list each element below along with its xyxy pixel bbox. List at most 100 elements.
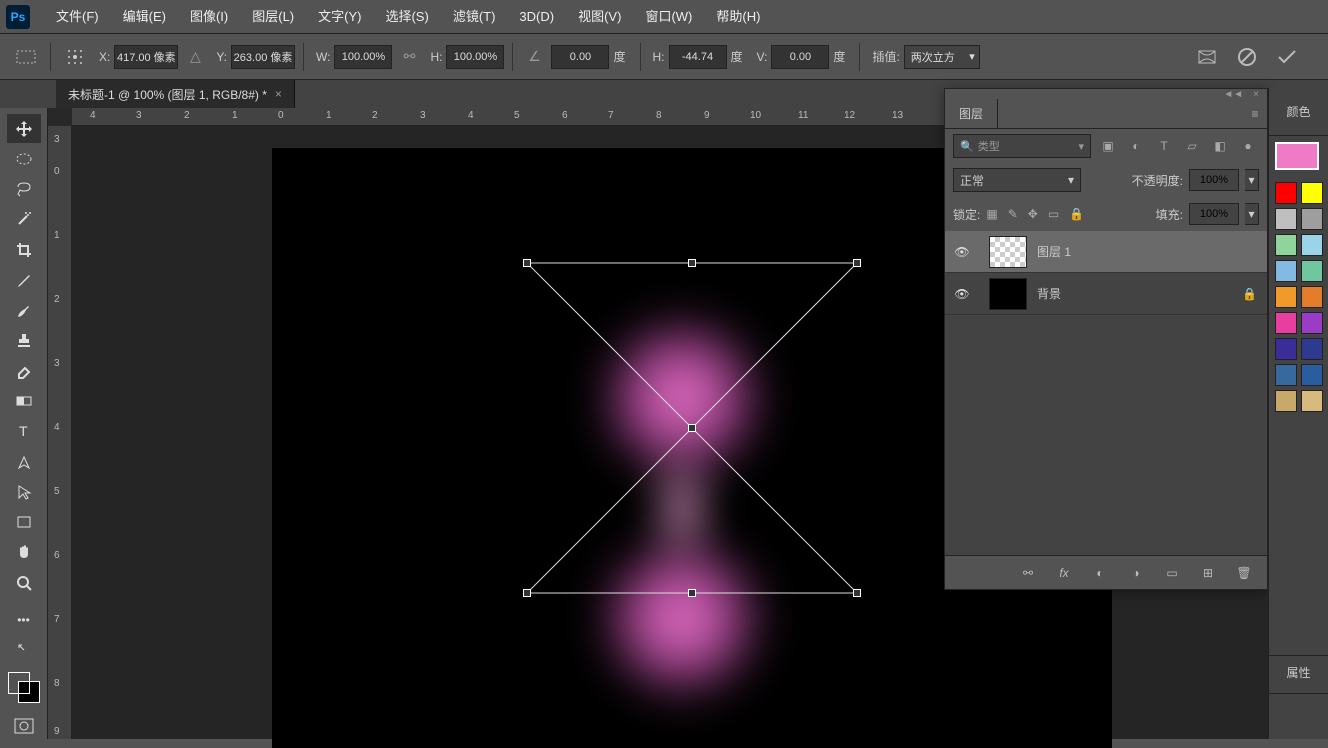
- zoom-tool[interactable]: [7, 568, 41, 597]
- angle-input[interactable]: [551, 45, 609, 69]
- quick-mask-icon[interactable]: [7, 714, 41, 739]
- swap-colors-icon[interactable]: [7, 635, 41, 664]
- gradient-tool[interactable]: [7, 386, 41, 415]
- filter-toggle-icon[interactable]: ●: [1237, 135, 1259, 157]
- lasso-tool[interactable]: [7, 175, 41, 204]
- layer-row[interactable]: 👁 图层 1: [945, 231, 1267, 273]
- panel-close-icon[interactable]: ×: [1253, 89, 1259, 99]
- close-tab-icon[interactable]: ×: [275, 87, 282, 101]
- swatch[interactable]: [1301, 390, 1323, 412]
- fill-input[interactable]: [1189, 203, 1239, 225]
- eyedropper-tool[interactable]: [7, 265, 41, 294]
- lock-position-icon[interactable]: ✥: [1028, 207, 1038, 221]
- layer-filter-dropdown[interactable]: 🔍 类型 ▾: [953, 134, 1091, 158]
- link-layers-icon[interactable]: ⚯: [1019, 566, 1037, 580]
- transform-handle-tm[interactable]: [688, 259, 696, 267]
- swatch[interactable]: [1301, 234, 1323, 256]
- panel-menu-icon[interactable]: ≡: [1243, 99, 1267, 128]
- cancel-transform-icon[interactable]: [1236, 46, 1258, 68]
- path-select-tool[interactable]: [7, 477, 41, 506]
- swap-xy-icon[interactable]: △: [182, 48, 208, 65]
- layer-name[interactable]: 图层 1: [1037, 243, 1257, 260]
- marquee-tool[interactable]: [7, 144, 41, 173]
- menu-file[interactable]: 文件(F): [44, 0, 111, 34]
- menu-type[interactable]: 文字(Y): [306, 0, 373, 34]
- type-tool[interactable]: T: [7, 417, 41, 446]
- delete-layer-icon[interactable]: 🗑: [1235, 566, 1253, 580]
- magic-wand-tool[interactable]: [7, 205, 41, 234]
- warp-mode-icon[interactable]: [1196, 46, 1218, 68]
- opacity-slider-icon[interactable]: ▾: [1245, 169, 1259, 191]
- shape-tool[interactable]: [7, 507, 41, 536]
- filter-image-icon[interactable]: ▣: [1097, 135, 1119, 157]
- current-color-swatch[interactable]: [1275, 142, 1319, 170]
- crop-tool[interactable]: [7, 235, 41, 264]
- y-input[interactable]: [231, 45, 295, 69]
- menu-view[interactable]: 视图(V): [566, 0, 633, 34]
- lock-all-icon[interactable]: 🔒: [1069, 207, 1084, 221]
- stamp-tool[interactable]: [7, 326, 41, 355]
- swatch[interactable]: [1301, 286, 1323, 308]
- pen-tool[interactable]: [7, 447, 41, 476]
- layer-visibility-toggle[interactable]: 👁: [945, 287, 979, 301]
- menu-layer[interactable]: 图层(L): [240, 0, 306, 34]
- swatch[interactable]: [1301, 364, 1323, 386]
- layer-lock-icon[interactable]: 🔒: [1242, 287, 1257, 301]
- hskew-input[interactable]: [669, 45, 727, 69]
- add-mask-icon[interactable]: ◐: [1091, 566, 1109, 580]
- swatch[interactable]: [1275, 390, 1297, 412]
- transform-handle-bl[interactable]: [523, 589, 531, 597]
- swatch[interactable]: [1301, 260, 1323, 282]
- interpolation-dropdown[interactable]: 两次立方 ▾: [904, 45, 980, 69]
- filter-shape-icon[interactable]: ▱: [1181, 135, 1203, 157]
- w-input[interactable]: [334, 45, 392, 69]
- filter-smart-icon[interactable]: ◧: [1209, 135, 1231, 157]
- fill-slider-icon[interactable]: ▾: [1245, 203, 1259, 225]
- swatch[interactable]: [1275, 234, 1297, 256]
- reference-point-grid-icon[interactable]: [59, 41, 91, 73]
- menu-select[interactable]: 选择(S): [373, 0, 440, 34]
- color-swatches[interactable]: [6, 670, 42, 705]
- properties-tab[interactable]: 属性: [1269, 655, 1328, 689]
- swatch[interactable]: [1275, 182, 1297, 204]
- layer-thumbnail[interactable]: [989, 236, 1027, 268]
- transform-tool-icon[interactable]: [10, 41, 42, 73]
- swatch[interactable]: [1275, 338, 1297, 360]
- layer-fx-icon[interactable]: fx: [1055, 566, 1073, 580]
- swatch[interactable]: [1275, 208, 1297, 230]
- layer-visibility-toggle[interactable]: 👁: [945, 245, 979, 259]
- layer-thumbnail[interactable]: [989, 278, 1027, 310]
- swatch[interactable]: [1275, 364, 1297, 386]
- opacity-input[interactable]: [1189, 169, 1239, 191]
- swatch[interactable]: [1275, 286, 1297, 308]
- layers-tab[interactable]: 图层: [945, 99, 998, 128]
- swatch[interactable]: [1301, 312, 1323, 334]
- vskew-input[interactable]: [771, 45, 829, 69]
- eraser-tool[interactable]: [7, 356, 41, 385]
- edit-toolbar-icon[interactable]: •••: [7, 605, 41, 634]
- foreground-color-swatch[interactable]: [8, 672, 30, 694]
- color-tab[interactable]: 颜色: [1269, 88, 1328, 136]
- blend-mode-dropdown[interactable]: 正常 ▾: [953, 168, 1081, 192]
- menu-help[interactable]: 帮助(H): [704, 0, 772, 34]
- transform-handle-br[interactable]: [853, 589, 861, 597]
- move-tool[interactable]: [7, 114, 41, 143]
- lock-pixels-icon[interactable]: ▦: [986, 207, 997, 221]
- transform-handle-tr[interactable]: [853, 259, 861, 267]
- transform-handle-tl[interactable]: [523, 259, 531, 267]
- lock-artboard-icon[interactable]: ▭: [1048, 207, 1059, 221]
- layer-row[interactable]: 👁 背景 🔒: [945, 273, 1267, 315]
- brush-tool[interactable]: [7, 296, 41, 325]
- layer-name[interactable]: 背景: [1037, 285, 1232, 302]
- panel-collapse-icon[interactable]: ◄◄: [1223, 89, 1243, 99]
- hand-tool[interactable]: [7, 538, 41, 567]
- commit-transform-icon[interactable]: [1276, 46, 1298, 68]
- x-input[interactable]: [114, 45, 178, 69]
- menu-3d[interactable]: 3D(D): [507, 0, 566, 34]
- new-group-icon[interactable]: ▭: [1163, 566, 1181, 580]
- swatch[interactable]: [1301, 182, 1323, 204]
- swatch[interactable]: [1301, 338, 1323, 360]
- menu-window[interactable]: 窗口(W): [633, 0, 704, 34]
- h-input[interactable]: [446, 45, 504, 69]
- menu-image[interactable]: 图像(I): [178, 0, 240, 34]
